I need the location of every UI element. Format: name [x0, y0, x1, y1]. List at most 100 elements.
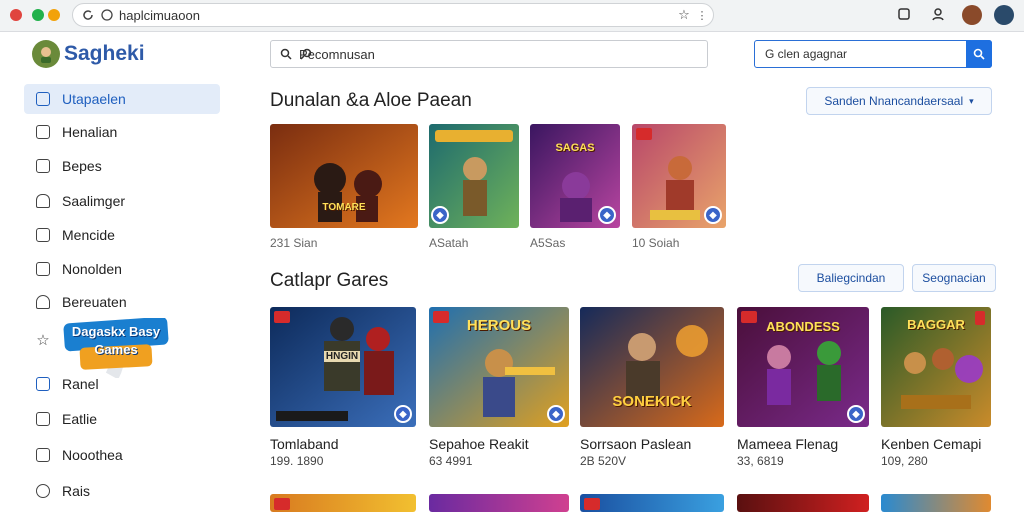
sidebar-item-mencide[interactable]: Mencide	[24, 220, 220, 250]
document-icon	[36, 262, 50, 276]
game-card-row3-2[interactable]	[429, 494, 569, 512]
filter-button-1[interactable]: Baliegcindan	[798, 264, 904, 292]
promo-logo[interactable]: Dagaskx Basy Games	[62, 316, 170, 380]
search-submit-icon[interactable]	[299, 47, 313, 61]
sidebar-item-bereuaten[interactable]: Bereuaten	[24, 287, 220, 317]
section1-title: Dunalan &a Aloe Paean	[270, 90, 472, 111]
minimize-window-icon[interactable]	[48, 9, 60, 21]
sale-tag	[636, 128, 652, 140]
game-card-row3-3[interactable]	[580, 494, 724, 512]
sort-dropdown-label: Sanden Nnancandaersaal	[824, 94, 964, 108]
brand-logo-icon[interactable]	[32, 40, 60, 68]
sidebar-item-label: Ranel	[62, 376, 99, 392]
sidebar-item-bepes[interactable]: Bepes	[24, 151, 220, 181]
account-icon[interactable]	[930, 6, 946, 22]
game-card-4[interactable]: ABONDESS ◆	[737, 307, 869, 427]
sidebar-item-label: Saalimger	[62, 193, 126, 209]
section2-title: Catlapr Gares	[270, 270, 389, 291]
game-card-5[interactable]: BAGGAR	[881, 307, 991, 427]
sidebar-item-nooothea[interactable]: Nooothea	[24, 440, 220, 470]
card-icon	[36, 412, 50, 426]
sale-tag	[274, 311, 290, 323]
url-text: haplcimuaoon	[119, 8, 200, 23]
sidebar-item-henalian[interactable]: Henalian	[24, 117, 220, 147]
search-input[interactable]: Pecomnusan	[270, 40, 708, 68]
platform-badge: ◆	[394, 405, 412, 423]
sort-dropdown[interactable]: Sanden Nnancandaersaal ▾	[806, 87, 992, 115]
secondary-search-input[interactable]: G clen agagnar	[754, 40, 992, 68]
browser-toolbar: haplcimuaoon ☆ ⋮	[0, 0, 1024, 32]
maximize-window-icon[interactable]	[32, 9, 44, 21]
game-card-price: 109, 280	[881, 454, 928, 468]
game-card-art-text: HEROUS	[466, 317, 532, 334]
sidebar-item-label: Nooothea	[62, 447, 123, 463]
address-bar[interactable]: haplcimuaoon ☆ ⋮	[72, 3, 714, 27]
sale-tag	[584, 498, 600, 510]
chevron-down-icon: ▾	[969, 95, 974, 106]
app-window: haplcimuaoon ☆ ⋮ Sagheki Pecomnusan G cl…	[0, 0, 1024, 512]
game-card-1[interactable]: HNGIN ◆	[270, 307, 416, 427]
featured-card-art-text: TOMARE	[322, 202, 366, 213]
avatar-icon[interactable]	[962, 5, 982, 25]
game-card-art-text: HNGIN	[324, 351, 360, 362]
sidebar-item-label: Nonolden	[62, 261, 122, 277]
secondary-search-placeholder: G clen agagnar	[765, 47, 848, 61]
game-card-art-text: BAGGAR	[907, 317, 965, 332]
game-card-2[interactable]: HEROUS ◆	[429, 307, 569, 427]
filter-button-2[interactable]: Seognacian	[912, 264, 996, 292]
profile-avatar[interactable]	[994, 5, 1014, 25]
brand-name[interactable]: Sagheki	[64, 42, 145, 66]
sidebar-item-utapaelen[interactable]: Utapaelen	[24, 84, 220, 114]
star-icon: ☆	[36, 332, 50, 349]
game-card-title[interactable]: Kenben Cemapi	[881, 436, 981, 452]
game-card-3[interactable]: SONEKICK	[580, 307, 724, 427]
game-card-row3-1[interactable]	[270, 494, 416, 512]
featured-card-3[interactable]: SAGAS ◆	[530, 124, 620, 228]
platform-badge: ◆	[598, 206, 616, 224]
game-card-art-text: SONEKICK	[612, 393, 692, 410]
sidebar-item-label: Utapaelen	[62, 91, 126, 107]
secondary-search-button[interactable]	[966, 40, 992, 68]
game-card-title[interactable]: Mameea Flenag	[737, 436, 838, 452]
game-card-art-text: ABONDESS	[766, 319, 840, 334]
game-card-row3-4[interactable]	[737, 494, 869, 512]
search-icon	[279, 47, 293, 61]
close-window-icon[interactable]	[10, 9, 22, 21]
reload-icon[interactable]	[81, 8, 95, 22]
message-icon	[36, 448, 50, 462]
sidebar-item-nonolden[interactable]: Nonolden	[24, 254, 220, 284]
sidebar-item-saalimger[interactable]: Saalimger	[24, 186, 220, 216]
filter-button-1-label: Baliegcindan	[816, 271, 886, 285]
platform-badge: ◆	[431, 206, 449, 224]
window-icon	[36, 228, 50, 242]
sidebar-item-label: Eatlie	[62, 411, 98, 427]
more-icon[interactable]: ⋮	[697, 8, 708, 22]
sidebar-item-label: Rais	[62, 483, 91, 499]
featured-card-art-text: SAGAS	[555, 142, 595, 154]
bookmark-icon	[36, 92, 50, 106]
gem-icon	[36, 295, 50, 309]
featured-card-4[interactable]: ◆	[632, 124, 726, 228]
game-card-row3-5[interactable]	[881, 494, 991, 512]
sidebar-item-eatlie[interactable]: Eatlie	[24, 404, 220, 434]
settings-icon	[36, 484, 50, 498]
info-icon[interactable]	[101, 9, 113, 21]
sidebar-item-label: Bepes	[62, 158, 102, 174]
sidebar-item-label: Mencide	[62, 227, 115, 243]
search-icon	[973, 48, 985, 60]
platform-badge: ◆	[847, 405, 865, 423]
game-card-title[interactable]: Tomlaband	[270, 436, 339, 452]
featured-card-1[interactable]: TOMARE	[270, 124, 418, 228]
extension-icon[interactable]	[896, 6, 912, 22]
sale-tag	[274, 498, 290, 510]
game-card-title[interactable]: Sepahoe Reakit	[429, 436, 529, 452]
featured-card-caption: 10 Soiah	[632, 236, 680, 250]
game-card-price: 63 4991	[429, 454, 473, 468]
star-icon[interactable]: ☆	[677, 7, 691, 22]
featured-card-2[interactable]: ◆	[429, 124, 519, 228]
sidebar-item-rais[interactable]: Rais	[24, 476, 220, 506]
game-card-title[interactable]: Sorrsaon Paslean	[580, 436, 691, 452]
sidebar-item-label: Henalian	[62, 124, 118, 140]
featured-card-caption: A5Sas	[530, 236, 566, 250]
sidebar-item-label: Bereuaten	[62, 294, 127, 310]
